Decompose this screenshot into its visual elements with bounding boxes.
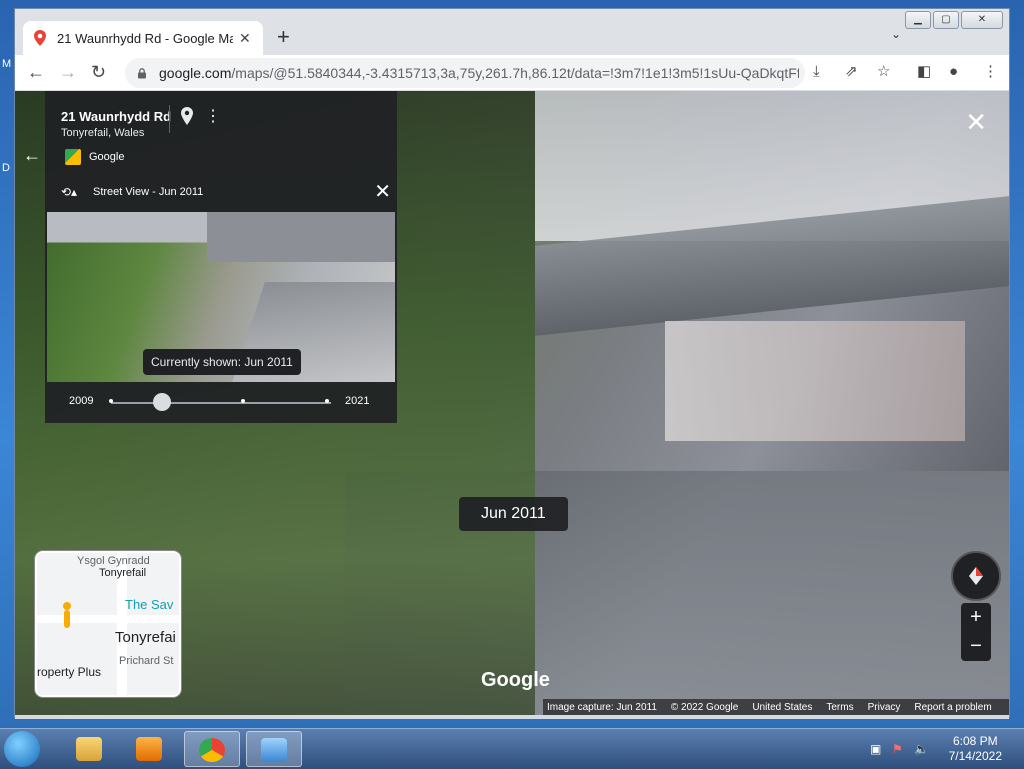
start-button[interactable] — [4, 731, 40, 767]
zoom-in-button[interactable]: + — [961, 603, 991, 632]
image-capture-date: Image capture: Jun 2011 — [547, 701, 657, 713]
clock[interactable]: 6:08 PM 7/14/2022 — [949, 734, 1002, 764]
minimap-label: Tonyrefail — [99, 567, 147, 579]
profile-avatar-icon[interactable]: ● — [949, 63, 958, 81]
slider-handle[interactable] — [153, 393, 171, 411]
url-path: /maps/@51.5840344,-3.4315713,3a,75y,261.… — [231, 65, 799, 81]
tab-close-icon[interactable]: ✕ — [239, 30, 251, 47]
minimap-road — [37, 615, 179, 623]
bookmark-star-icon[interactable]: ☆ — [877, 63, 890, 81]
reload-icon[interactable]: ↻ — [91, 61, 106, 83]
network-icon[interactable]: ▣ — [870, 742, 884, 756]
tab-strip: 21 Waunrhydd Rd - Google Map ✕ + ⌄ ▁ ▢ ✕ — [15, 9, 1009, 55]
street-view-title: Street View - Jun 2011 — [93, 186, 204, 198]
url-text: google.com/maps/@51.5840344,-3.4315713,3… — [159, 65, 799, 81]
taskbar: ▣ ⚑ 🔈 6:08 PM 7/14/2022 — [0, 728, 1024, 769]
side-panel-icon[interactable]: ◧ — [917, 63, 931, 81]
window-bottom-edge — [15, 715, 1009, 719]
privacy-link[interactable]: Privacy — [868, 702, 901, 713]
tab-search-chevron-icon[interactable]: ⌄ — [891, 27, 901, 41]
folder-icon — [76, 737, 102, 761]
more-options-icon[interactable]: ⋮ — [205, 109, 221, 125]
desktop-glyph-m: M — [2, 58, 12, 70]
close-street-view-icon[interactable]: ✕ — [965, 109, 987, 135]
slider-track[interactable] — [111, 402, 331, 404]
share-icon[interactable]: ⇗ — [845, 63, 858, 81]
slider-tick[interactable] — [325, 399, 329, 403]
divider — [169, 105, 170, 133]
zoom-control: + − — [961, 603, 991, 661]
date-chip: Jun 2011 — [459, 497, 568, 531]
slider-tick[interactable] — [241, 399, 245, 403]
system-tray: ▣ ⚑ 🔈 6:08 PM 7/14/2022 — [854, 729, 1024, 769]
pegman-icon[interactable] — [61, 601, 73, 637]
back-arrow-icon[interactable]: ← — [23, 145, 41, 166]
tab-title: 21 Waunrhydd Rd - Google Map — [57, 30, 233, 46]
taskbar-explorer[interactable] — [62, 731, 118, 767]
zoom-out-button[interactable]: − — [961, 632, 991, 661]
slider-end-year: 2021 — [345, 395, 370, 407]
volume-icon[interactable]: 🔈 — [914, 742, 929, 756]
new-tab-icon[interactable]: + — [277, 26, 290, 48]
taskbar-chrome[interactable] — [184, 731, 240, 767]
compass-needle-icon — [969, 567, 983, 585]
minimap-label: Ysgol Gynradd — [77, 555, 150, 567]
browser-window: 21 Waunrhydd Rd - Google Map ✕ + ⌄ ▁ ▢ ✕… — [14, 8, 1010, 719]
tab-google-maps[interactable]: 21 Waunrhydd Rd - Google Map ✕ — [23, 21, 263, 55]
provider-label: Google — [89, 151, 125, 163]
slider-tick[interactable] — [109, 399, 113, 403]
place-name: 21 Waunrhydd Rd — [61, 109, 172, 124]
terms-link[interactable]: Terms — [826, 702, 853, 713]
back-arrow-icon[interactable]: ← — [27, 61, 45, 83]
street-view-header: ⟲▴ Street View - Jun 2011 ✕ — [45, 181, 397, 205]
maximize-button[interactable]: ▢ — [933, 11, 959, 29]
google-watermark: Google — [481, 669, 550, 691]
control-panel-icon — [261, 738, 287, 762]
media-player-icon — [136, 737, 162, 761]
browser-menu-icon[interactable]: ⋮ — [983, 63, 998, 81]
street-view-panorama[interactable]: ✕ ← 21 Waunrhydd Rd Tonyrefail, Wales ⋮ … — [15, 91, 1009, 715]
place-locality: Tonyrefail, Wales — [61, 127, 145, 139]
minimap-label: Tonyrefai — [115, 629, 176, 646]
close-timeline-icon[interactable]: ✕ — [374, 181, 391, 203]
copyright: © 2022 Google — [670, 701, 739, 713]
action-center-icon[interactable]: ⚑ — [892, 742, 906, 756]
pano-tunnel-light — [665, 321, 965, 441]
window-controls: ▁ ▢ ✕ — [905, 11, 1003, 29]
timeline-slider[interactable]: 2009 2021 — [45, 391, 397, 413]
compass-icon[interactable] — [951, 551, 1001, 601]
history-clock-icon[interactable]: ⟲▴ — [61, 185, 77, 199]
desktop-glyph-d: D — [2, 162, 10, 174]
thumb-bridge — [207, 212, 395, 262]
google-maps-logo-icon — [65, 149, 81, 165]
minimap-label: Prichard St — [119, 655, 174, 667]
location-pin-icon[interactable] — [181, 107, 193, 125]
url-host: google.com — [159, 65, 232, 81]
clock-time: 6:08 PM — [952, 734, 998, 748]
taskbar-control-panel[interactable] — [246, 731, 302, 767]
country-link[interactable]: United States — [752, 702, 812, 713]
install-app-icon[interactable]: ⤓ — [813, 63, 820, 81]
slider-start-year: 2009 — [69, 395, 94, 407]
chrome-icon — [199, 738, 225, 762]
lock-icon — [138, 67, 146, 78]
clock-date: 7/14/2022 — [948, 749, 1002, 763]
report-problem-link[interactable]: Report a problem — [914, 702, 991, 713]
minimize-button[interactable]: ▁ — [905, 11, 931, 29]
minimap-label: The Sav — [125, 597, 174, 612]
currently-shown-tooltip: Currently shown: Jun 2011 — [143, 349, 301, 375]
taskbar-media-player[interactable] — [122, 731, 178, 767]
map-footer: Image capture: Jun 2011 © 2022 Google Un… — [543, 699, 1009, 715]
browser-toolbar: ← → ↻ google.com/maps/@51.5840344,-3.431… — [15, 55, 1009, 91]
forward-arrow-icon[interactable]: → — [59, 61, 77, 83]
place-info-card: ← 21 Waunrhydd Rd Tonyrefail, Wales ⋮ Go… — [23, 91, 397, 423]
minimap[interactable]: Ysgol Gynradd Tonyrefail The Sav Tonyref… — [35, 551, 181, 697]
maps-pin-icon — [34, 30, 46, 46]
minimap-label: roperty Plus — [37, 665, 102, 679]
close-window-button[interactable]: ✕ — [961, 11, 1003, 29]
address-bar[interactable]: google.com/maps/@51.5840344,-3.4315713,3… — [125, 58, 805, 88]
